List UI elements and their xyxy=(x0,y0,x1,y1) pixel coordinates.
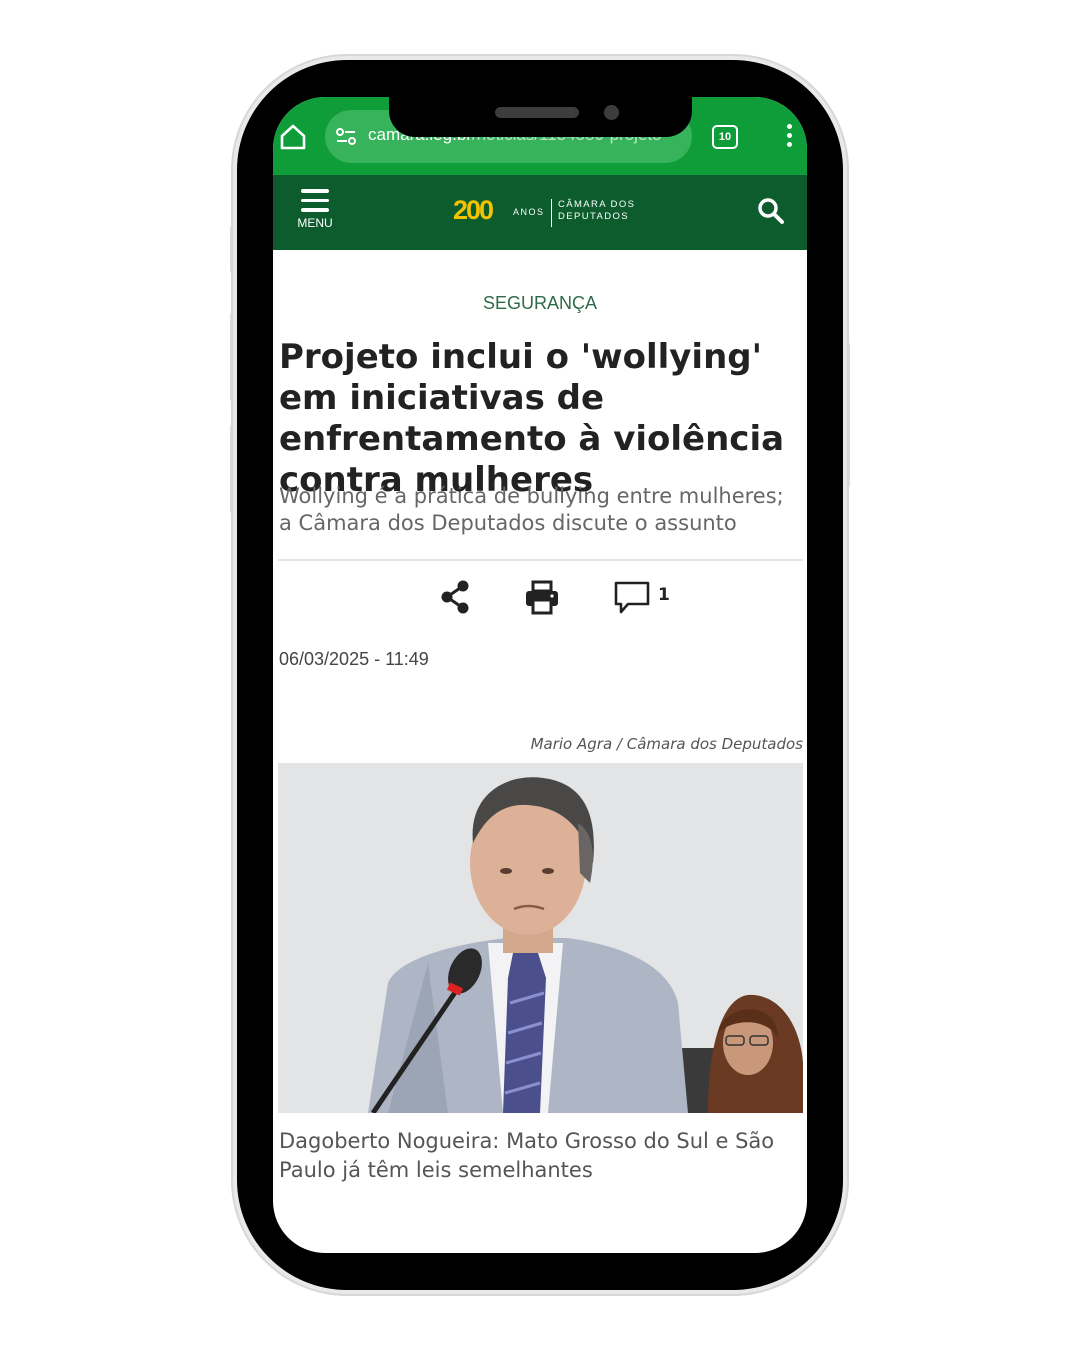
more-vert-icon[interactable] xyxy=(785,124,793,150)
article-subtitle: Wollying é a prática de bullying entre m… xyxy=(279,484,784,535)
phone-volume-down xyxy=(230,424,237,514)
logo-number: 200 xyxy=(453,195,494,225)
menu-button[interactable]: MENU xyxy=(287,187,343,243)
article-category[interactable]: SEGURANÇA xyxy=(273,293,807,314)
phone-screen: camara.leg.br/noticias/1134580-projeto 1… xyxy=(273,97,807,1253)
print-icon[interactable] xyxy=(524,580,560,616)
logo-separator xyxy=(551,199,552,227)
phone-power-button xyxy=(843,342,850,488)
logo-anos: ANOS xyxy=(513,207,545,217)
home-icon[interactable] xyxy=(278,122,308,152)
logo-name: CÂMARA DOS DEPUTADOS xyxy=(558,199,635,223)
site-header: MENU 200 ANOS CÂMARA DOS DEPUTADOS xyxy=(273,175,807,250)
phone-volume-up xyxy=(230,312,237,402)
divider xyxy=(278,559,803,561)
comment-icon[interactable] xyxy=(613,580,651,616)
article-headline: Projeto inclui o 'wollying' em iniciativ… xyxy=(279,337,785,500)
site-settings-icon[interactable] xyxy=(335,126,357,148)
comment-count[interactable]: 1 xyxy=(658,585,670,605)
tabs-icon[interactable]: 10 xyxy=(712,125,738,149)
phone-camera xyxy=(604,105,619,120)
phone-notch xyxy=(389,97,692,137)
share-icon[interactable] xyxy=(438,579,472,615)
photo-credit: Mario Agra / Câmara dos Deputados xyxy=(530,735,803,753)
article-photo[interactable] xyxy=(278,763,803,1113)
article-date: 06/03/2025 - 11:49 xyxy=(279,649,429,669)
site-logo[interactable]: 200 ANOS CÂMARA DOS DEPUTADOS xyxy=(451,195,651,231)
photo-caption: Dagoberto Nogueira: Mato Grosso do Sul e… xyxy=(279,1129,775,1182)
menu-icon xyxy=(301,189,329,213)
phone-mute-switch xyxy=(230,225,237,273)
photo-illustration xyxy=(278,763,803,1113)
search-icon[interactable] xyxy=(757,197,785,225)
menu-label: MENU xyxy=(297,216,333,230)
logo-line1: CÂMARA DOS xyxy=(558,199,636,210)
logo-line2: DEPUTADOS xyxy=(558,211,630,222)
phone-speaker xyxy=(495,107,579,118)
